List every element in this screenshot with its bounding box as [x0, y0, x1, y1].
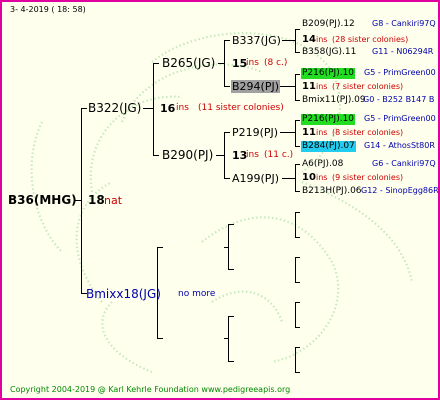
g4-name[interactable]: B209(PJ).12	[302, 20, 355, 29]
g4-name[interactable]: A6(PJ).08	[302, 160, 343, 169]
sire-dam-name[interactable]: B290(PJ)	[162, 149, 213, 161]
bracket-line	[295, 100, 300, 101]
bracket-line	[295, 237, 300, 238]
bracket-line	[157, 247, 163, 248]
bracket-line	[282, 178, 296, 179]
bracket-line	[218, 63, 225, 64]
g4-unit: ins	[316, 128, 328, 137]
g4-info: G5 - PrimGreen00	[364, 68, 436, 77]
bracket-line	[81, 108, 82, 294]
bracket-line	[295, 52, 300, 53]
bracket-line	[282, 40, 296, 41]
pedigree-frame: 3- 4-2019 ( 18: 58) B36(MHG) 18 nat B322…	[0, 0, 440, 400]
bracket-line	[228, 316, 229, 362]
g3-name[interactable]: B294(PJ)	[231, 80, 281, 93]
g4-info: G14 - AthosSt80R	[364, 141, 435, 150]
bracket-line	[224, 338, 229, 339]
g4-info: G8 - Cankiri97Q	[372, 19, 436, 28]
bracket-line	[295, 212, 296, 238]
bracket-line	[224, 132, 230, 133]
g4-name[interactable]: B213H(PJ).06	[302, 187, 362, 196]
g4-count: 14	[302, 34, 316, 45]
g4-unit: ins	[316, 173, 328, 182]
bracket-line	[295, 257, 300, 258]
bracket-line	[295, 29, 300, 30]
bracket-line	[295, 29, 296, 53]
bracket-line	[295, 327, 300, 328]
g3-name[interactable]: P219(PJ)	[232, 127, 278, 138]
g4-count: 10	[302, 172, 316, 183]
sire-dam-note: (11 c.)	[264, 150, 294, 160]
g4-note: (7 sister colonies)	[332, 82, 404, 91]
dam-name[interactable]: Bmixx18(JG)	[86, 288, 161, 300]
bracket-line	[295, 257, 296, 283]
bracket-line	[157, 338, 163, 339]
sire-sire-name[interactable]: B265(JG)	[162, 57, 215, 69]
sire-dam-unit: ins	[246, 150, 259, 160]
bracket-line	[295, 74, 296, 101]
sire-unit: ins	[176, 103, 189, 113]
g4-name[interactable]: P216(PJ).10	[301, 68, 356, 79]
g4-name[interactable]: B284(PJ).07	[301, 141, 356, 152]
g4-note: (9 sister colonies)	[332, 173, 404, 182]
bracket-line	[295, 191, 300, 192]
bracket-line	[280, 132, 296, 133]
bracket-line	[228, 361, 234, 362]
bracket-line	[153, 155, 159, 156]
bracket-line	[295, 74, 300, 75]
bracket-line	[224, 40, 230, 41]
root-queen-name[interactable]: B36(MHG)	[8, 194, 77, 206]
bracket-line	[295, 164, 300, 165]
bracket-line	[143, 108, 154, 109]
g3-name[interactable]: B337(JG)	[232, 35, 281, 46]
root-count: 18	[88, 193, 105, 207]
g4-note: (8 sister colonies)	[332, 128, 404, 137]
bracket-line	[228, 269, 234, 270]
bracket-line	[295, 347, 300, 348]
sire-count: 16	[160, 102, 176, 115]
bracket-line	[224, 247, 229, 248]
g4-info: G6 - Cankiri97Q	[372, 159, 436, 168]
bracket-line	[295, 212, 300, 213]
g4-note: (28 sister colonies)	[332, 35, 409, 44]
footer-copyright: Copyright 2004-2019 @ Karl Kehrle Founda…	[10, 385, 291, 394]
bracket-line	[81, 108, 87, 109]
bracket-line	[216, 155, 225, 156]
sire-sire-unit: ins	[246, 58, 259, 68]
g4-name[interactable]: B358(JG).11	[302, 48, 356, 57]
header-date: 3- 4-2019 ( 18: 58)	[10, 5, 86, 14]
g4-unit: ins	[316, 82, 328, 91]
bracket-line	[228, 316, 234, 317]
dam-note: no more	[178, 289, 216, 299]
bracket-line	[280, 86, 296, 87]
g4-name[interactable]: P216(PJ).10	[301, 114, 356, 125]
bracket-line	[295, 146, 300, 147]
bracket-line	[295, 347, 296, 373]
g4-info: G5 - PrimGreen00	[364, 114, 436, 123]
bracket-line	[295, 120, 300, 121]
bracket-line	[224, 86, 230, 87]
root-count-unit: nat	[104, 194, 123, 207]
bracket-line	[153, 63, 159, 64]
g4-info: G0 - B252 B147 B	[363, 95, 435, 104]
bracket-line	[295, 302, 296, 328]
bracket-line	[295, 120, 296, 147]
g4-name[interactable]: Bmix11(PJ).09	[302, 96, 366, 105]
g4-info: G12 - SinopEgg86R	[361, 186, 439, 195]
g4-info: G11 - N06294R	[372, 47, 434, 56]
sire-note: (11 sister colonies)	[198, 103, 284, 113]
bracket-line	[295, 302, 300, 303]
bracket-line	[295, 282, 300, 283]
bracket-line	[228, 224, 234, 225]
g4-unit: ins	[316, 35, 328, 44]
bracket-line	[224, 178, 230, 179]
sire-sire-note: (8 c.)	[264, 58, 288, 68]
g4-count: 11	[302, 127, 316, 138]
sire-name[interactable]: B322(JG)	[88, 102, 141, 114]
g4-count: 11	[302, 81, 316, 92]
g3-name[interactable]: A199(PJ)	[232, 173, 279, 184]
bracket-line	[153, 63, 154, 156]
bracket-line	[295, 372, 300, 373]
